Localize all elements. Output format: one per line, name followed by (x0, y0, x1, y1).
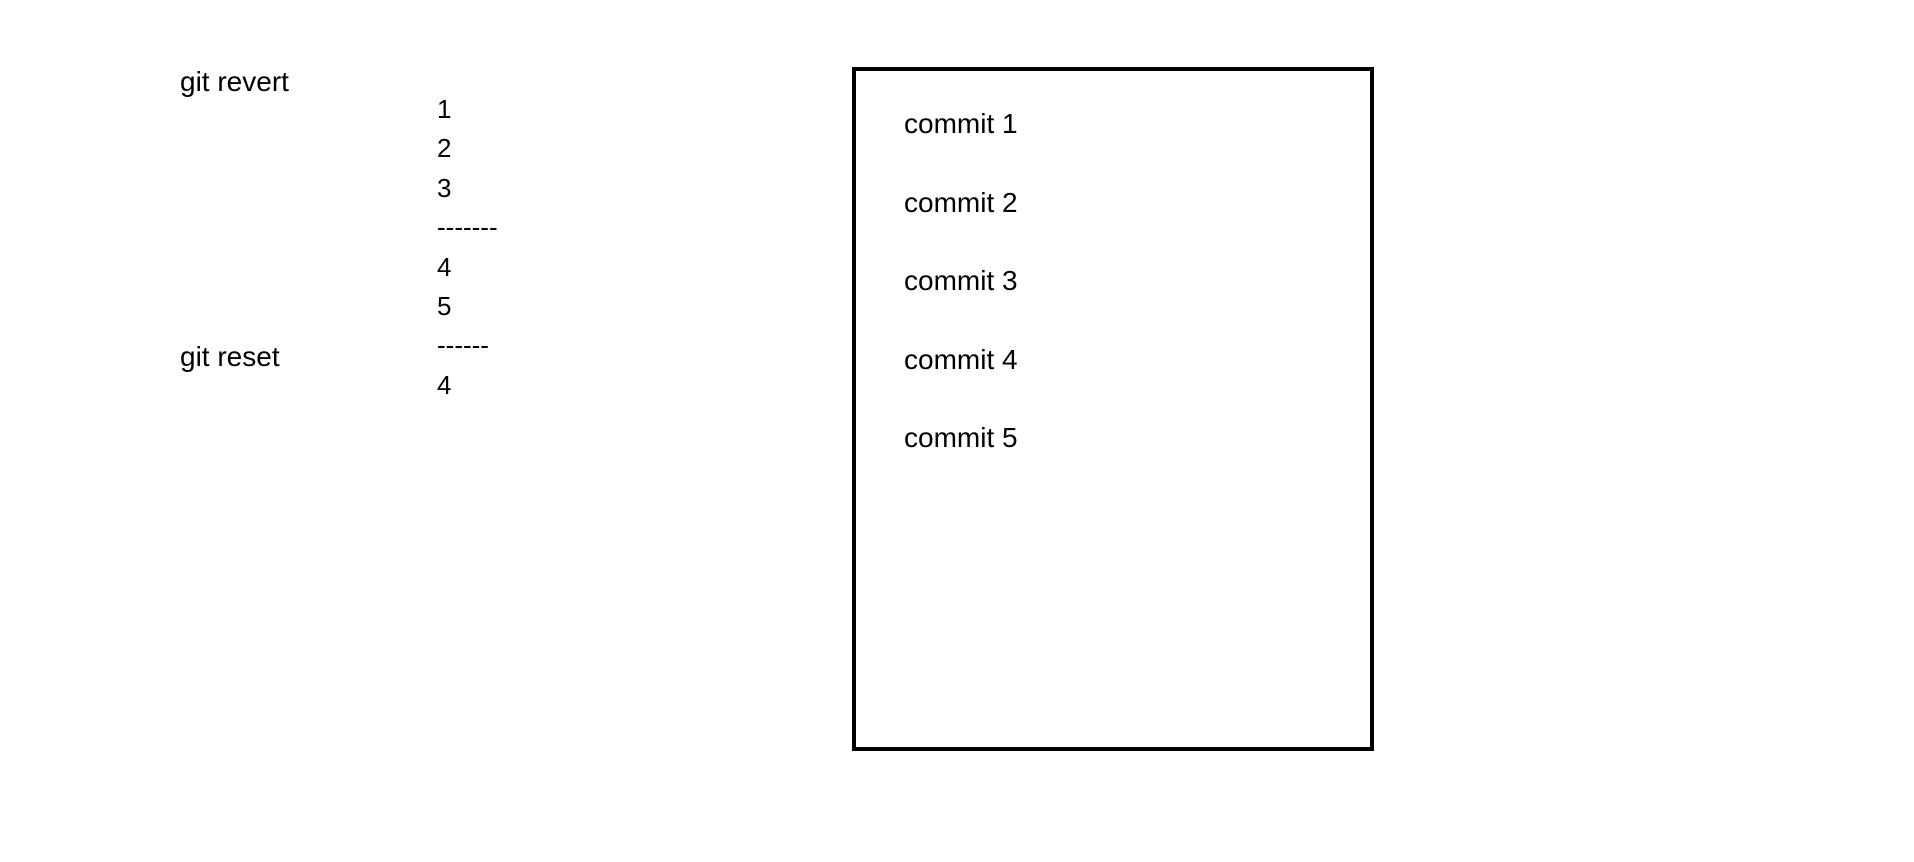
stack-item: 1 (437, 94, 452, 124)
commit-item: commit 2 (904, 186, 1018, 218)
git-revert-label: git revert (180, 66, 289, 97)
stack-separator: ------- (437, 212, 498, 243)
stack-separator: ------ (437, 330, 489, 361)
commit-number-stack: 1 2 3 ------- 4 5 ------ 4 (437, 90, 498, 405)
commit-item: commit 5 (904, 422, 1018, 453)
commit-item: commit 4 (904, 343, 1018, 375)
stack-item: 3 (437, 172, 452, 203)
stack-item: 4 (437, 369, 452, 400)
commit-item: commit 3 (904, 265, 1018, 296)
git-reset-label: git reset (180, 341, 280, 372)
stack-item: 5 (437, 290, 452, 321)
commit-item: commit 1 (904, 108, 1018, 139)
commit-list: commit 1 commit 2 commit 3 commit 4 comm… (904, 107, 1018, 500)
commit-history-box: commit 1 commit 2 commit 3 commit 4 comm… (852, 67, 1374, 751)
stack-item: 2 (437, 133, 452, 164)
stack-item: 4 (437, 251, 452, 282)
